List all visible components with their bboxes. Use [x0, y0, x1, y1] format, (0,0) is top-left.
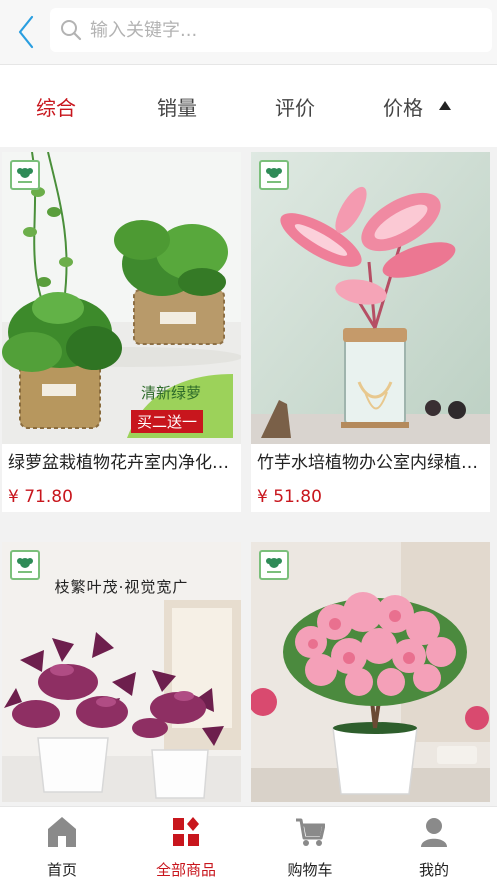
- tab-label: 首页: [46, 861, 77, 879]
- product-image: [251, 152, 490, 444]
- grid-icon: [169, 815, 203, 849]
- sort-tab-label: 评价: [275, 95, 315, 120]
- back-button[interactable]: [10, 12, 42, 52]
- brand-logo-icon: [259, 550, 289, 580]
- sort-ascending-icon: [439, 100, 451, 110]
- tab-label: 全部商品: [155, 861, 216, 879]
- product-card[interactable]: 竹芋水培植物办公室内绿植盆栽 ¥ 51.80: [251, 152, 490, 512]
- tab-profile[interactable]: 我的: [372, 807, 496, 884]
- tab-label: 购物车: [287, 861, 333, 879]
- bottom-tab-bar: 首页 全部商品 购物车 我的: [0, 806, 497, 884]
- product-card[interactable]: [251, 542, 490, 802]
- product-image: 清新绿萝 买二送一: [2, 152, 241, 444]
- user-icon: [417, 815, 451, 849]
- search-input[interactable]: [88, 18, 452, 42]
- sort-bar: 综合 销量 评价 价格: [0, 65, 497, 147]
- product-price: ¥ 71.80: [8, 487, 73, 507]
- brand-logo-icon: [10, 160, 40, 190]
- product-price: ¥ 51.80: [257, 487, 322, 507]
- tab-cart[interactable]: 购物车: [248, 807, 372, 884]
- search-box[interactable]: [50, 8, 492, 52]
- product-image: 枝繁叶茂·视觉宽广: [2, 542, 241, 802]
- search-icon: [61, 20, 82, 41]
- promo-banner: 清新绿萝 买二送一: [127, 374, 233, 438]
- product-image: [251, 542, 490, 802]
- sort-tab-label: 综合: [36, 95, 76, 120]
- aglaonema-plant-image: [251, 152, 490, 444]
- promo-bottom-text: 买二送一: [131, 410, 204, 433]
- sort-tab-comprehensive[interactable]: 综合: [0, 65, 112, 147]
- product-card[interactable]: 清新绿萝 买二送一 绿萝盆栽植物花卉室内净化空气吸甲醛 ¥ 71.80: [2, 152, 241, 512]
- tab-home[interactable]: 首页: [0, 807, 124, 884]
- sort-tab-rating[interactable]: 评价: [236, 65, 354, 147]
- product-card[interactable]: 枝繁叶茂·视觉宽广: [2, 542, 241, 802]
- sort-tab-price[interactable]: 价格: [362, 65, 472, 147]
- image-caption: 枝繁叶茂·视觉宽广: [54, 578, 189, 596]
- promo-top-text: 清新绿萝: [141, 384, 202, 402]
- azalea-plant-image: [251, 542, 490, 802]
- product-title: 竹芋水培植物办公室内绿植盆栽: [257, 453, 490, 473]
- product-title: 绿萝盆栽植物花卉室内净化空气吸甲醛: [8, 453, 241, 473]
- home-icon: [45, 815, 79, 849]
- tab-all-products[interactable]: 全部商品: [124, 807, 248, 884]
- sort-tab-sales[interactable]: 销量: [118, 65, 236, 147]
- chevron-left-icon: [18, 15, 34, 49]
- top-bar: [0, 0, 497, 65]
- product-grid: 清新绿萝 买二送一 绿萝盆栽植物花卉室内净化空气吸甲醛 ¥ 71.80: [0, 152, 497, 802]
- sort-tab-label: 价格: [383, 95, 423, 120]
- tab-label: 我的: [418, 861, 449, 879]
- brand-logo-icon: [259, 160, 289, 190]
- shopping-cart-icon: [293, 815, 327, 849]
- sort-tab-label: 销量: [157, 95, 197, 120]
